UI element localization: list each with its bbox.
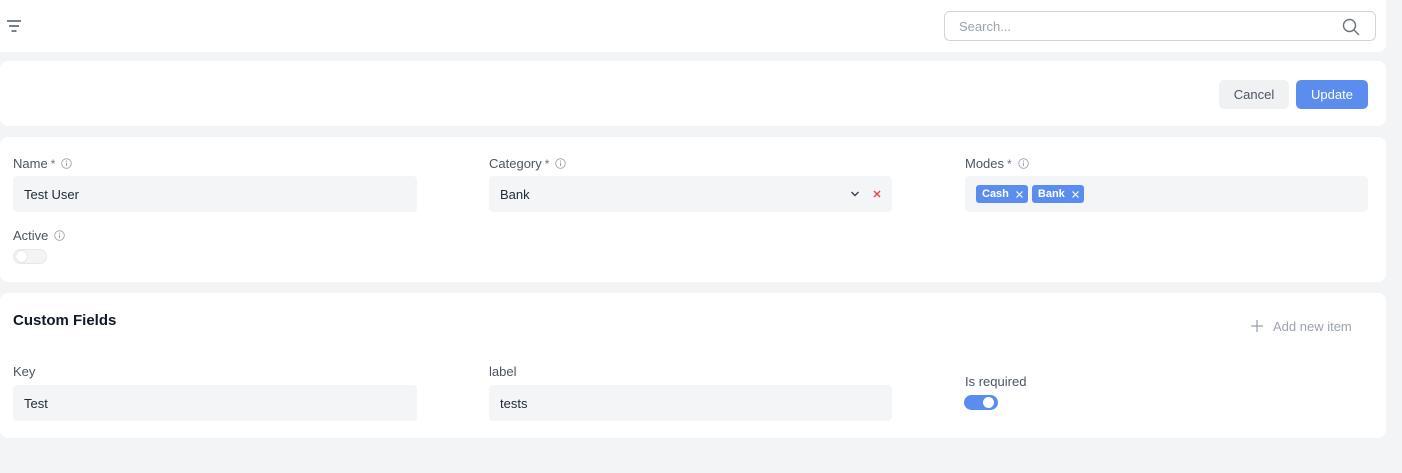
tag-label: Bank xyxy=(1037,188,1065,200)
active-label: Active xyxy=(13,228,66,243)
remove-tag-icon[interactable] xyxy=(1071,190,1080,199)
name-label-text: Name xyxy=(13,156,48,171)
name-value: Test User xyxy=(24,186,79,202)
search-box xyxy=(944,11,1376,41)
modes-multiselect[interactable]: Cash Bank xyxy=(965,176,1368,212)
required-marker: * xyxy=(544,156,550,171)
is-required-label: Is required xyxy=(965,374,1027,389)
category-select[interactable]: Bank xyxy=(489,176,892,212)
toggle-knob xyxy=(16,251,27,262)
toggle-knob xyxy=(983,397,994,408)
filter-icon[interactable] xyxy=(6,19,22,33)
info-icon[interactable] xyxy=(61,158,73,169)
name-field[interactable]: Test User xyxy=(13,176,417,212)
mode-tag-bank: Bank xyxy=(1031,185,1084,203)
info-icon[interactable] xyxy=(555,158,567,169)
search-input[interactable] xyxy=(945,12,1375,40)
remove-tag-icon[interactable] xyxy=(1015,190,1024,199)
label-value: tests xyxy=(500,395,528,411)
required-marker: * xyxy=(50,156,56,171)
active-toggle[interactable] xyxy=(13,249,47,264)
category-value: Bank xyxy=(500,186,530,202)
category-label: Category * xyxy=(489,156,567,171)
active-label-text: Active xyxy=(13,228,49,243)
label-input[interactable]: tests xyxy=(489,385,892,421)
search-icon[interactable] xyxy=(1342,18,1360,36)
top-bar xyxy=(0,0,1386,52)
action-bar: Cancel Update xyxy=(0,61,1386,126)
category-label-text: Category xyxy=(489,156,542,171)
name-label: Name * xyxy=(13,156,73,171)
label-label: label xyxy=(489,364,517,379)
modes-label: Modes * xyxy=(965,156,1029,171)
info-icon[interactable] xyxy=(1017,158,1029,169)
required-marker: * xyxy=(1007,156,1012,171)
clear-icon[interactable] xyxy=(872,189,882,199)
key-input[interactable]: Test xyxy=(13,385,417,421)
is-required-toggle[interactable] xyxy=(964,395,998,410)
chevron-down-icon[interactable] xyxy=(850,189,860,199)
main-form: Name * Test User Category * Bank Modes *… xyxy=(0,137,1386,282)
plus-icon xyxy=(1251,320,1263,332)
cancel-button[interactable]: Cancel xyxy=(1219,80,1289,109)
modes-label-text: Modes xyxy=(965,156,1005,171)
add-new-item-label: Add new item xyxy=(1273,318,1352,334)
key-value: Test xyxy=(24,395,48,411)
tag-label: Cash xyxy=(982,188,1009,200)
key-label: Key xyxy=(13,364,36,379)
mode-tag-cash: Cash xyxy=(976,185,1028,203)
info-icon[interactable] xyxy=(54,230,66,241)
custom-fields-card: Custom Fields Add new item Key Test labe… xyxy=(0,293,1386,438)
add-new-item-button[interactable]: Add new item xyxy=(1249,318,1352,334)
update-button[interactable]: Update xyxy=(1296,80,1368,109)
section-title: Custom Fields xyxy=(13,312,117,329)
